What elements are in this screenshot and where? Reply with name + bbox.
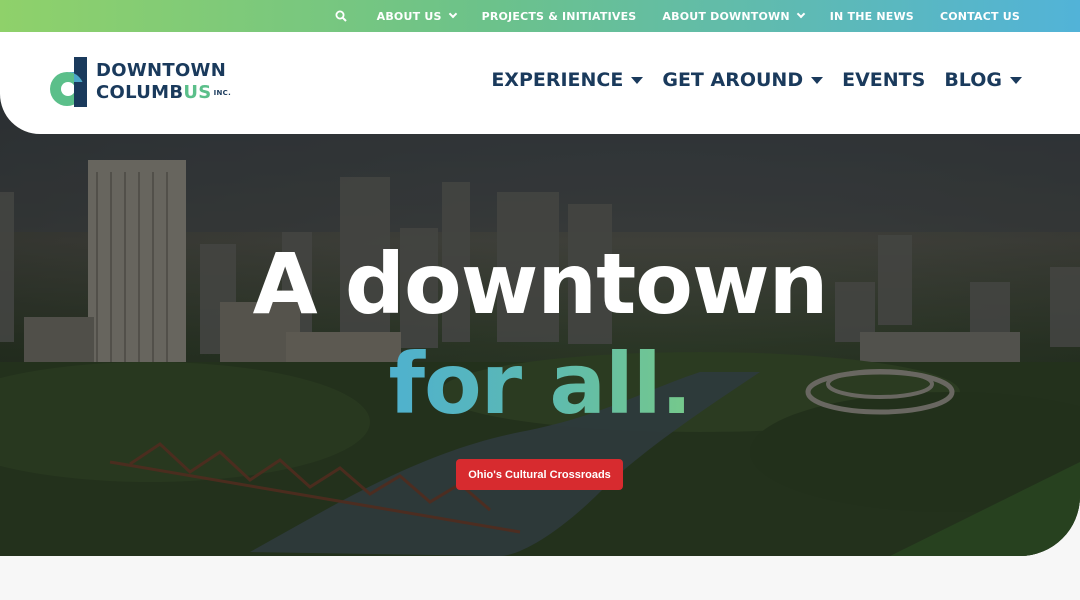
- nav-label: GET AROUND: [662, 69, 804, 91]
- utility-link-label: PROJECTS & INITIATIVES: [481, 9, 637, 23]
- chevron-down-icon: [448, 9, 457, 19]
- logo-mark-icon: [50, 57, 88, 107]
- search-icon[interactable]: [335, 10, 347, 22]
- site-header: DOWNTOWN COLUMBUS INC. EXPERIENCE GET ARO…: [0, 32, 1080, 134]
- utility-link-about-downtown[interactable]: ABOUT DOWNTOWN: [662, 9, 806, 23]
- caret-down-icon: [631, 76, 644, 84]
- nav-label: BLOG: [944, 69, 1002, 91]
- logo-inc: INC.: [213, 89, 232, 97]
- utility-link-label: IN THE NEWS: [829, 9, 914, 23]
- chevron-down-icon: [796, 9, 806, 19]
- headline-line-1: A downtown: [252, 235, 829, 333]
- utility-bar: ABOUT US PROJECTS & INITIATIVES ABOUT DO…: [0, 0, 1080, 32]
- nav-events[interactable]: EVENTS: [842, 69, 925, 91]
- utility-link-in-the-news[interactable]: IN THE NEWS: [830, 10, 914, 23]
- hero-headline: A downtown for all.: [0, 236, 1080, 432]
- nav-experience[interactable]: EXPERIENCE: [491, 69, 644, 91]
- nav-label: EVENTS: [842, 69, 926, 91]
- caret-down-icon: [1010, 76, 1022, 84]
- utility-link-label: ABOUT DOWNTOWN: [662, 9, 790, 23]
- nav-label: EXPERIENCE: [491, 69, 624, 91]
- site-logo[interactable]: DOWNTOWN COLUMBUS INC.: [50, 57, 231, 107]
- nav-blog[interactable]: BLOG: [944, 69, 1022, 91]
- caret-down-icon: [811, 76, 824, 84]
- cultural-crossroads-button[interactable]: Ohio's Cultural Crossroads: [456, 459, 623, 490]
- utility-link-label: ABOUT US: [376, 9, 442, 23]
- logo-text-columb: COLUMB: [96, 82, 184, 103]
- headline-line-2-text: for all.: [388, 335, 692, 433]
- utility-link-contact-us[interactable]: CONTACT US: [940, 10, 1020, 23]
- main-navigation: EXPERIENCE GET AROUND EVENTS BLOG: [472, 69, 1022, 91]
- utility-link-projects[interactable]: PROJECTS & INITIATIVES: [482, 10, 637, 23]
- nav-get-around[interactable]: GET AROUND: [662, 69, 824, 91]
- logo-line-downtown: DOWNTOWN: [96, 60, 227, 81]
- utility-link-about-us[interactable]: ABOUT US: [376, 9, 457, 23]
- utility-link-label: CONTACT US: [939, 9, 1020, 23]
- logo-line-columbus: COLUMBUS INC.: [96, 82, 231, 104]
- logo-text-us: US: [183, 82, 212, 103]
- logo-wordmark: DOWNTOWN COLUMBUS INC.: [96, 60, 231, 104]
- headline-line-2: for all.: [0, 336, 1080, 432]
